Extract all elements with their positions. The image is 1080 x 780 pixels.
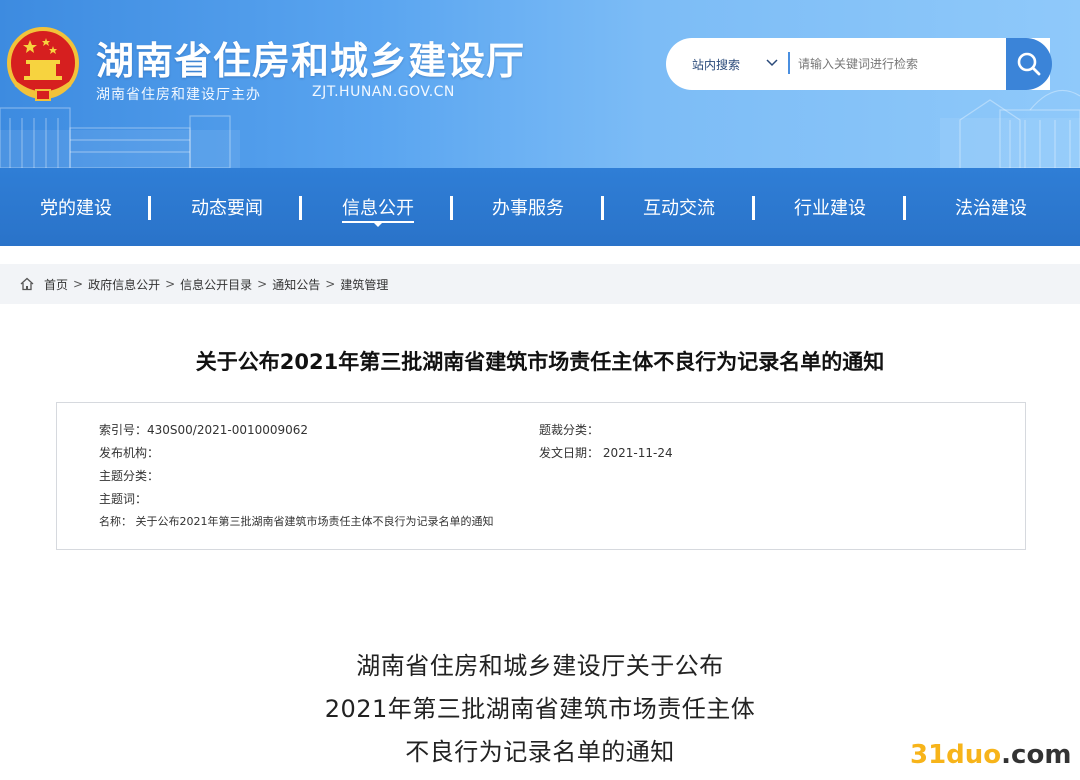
nav-divider: [148, 196, 151, 220]
nav-item-industry[interactable]: 行业建设: [774, 168, 886, 246]
meta-index-label: 索引号：: [99, 423, 148, 437]
nav-divider: [299, 196, 302, 220]
home-icon[interactable]: [20, 277, 34, 291]
meta-genre-label: 题裁分类：: [539, 423, 600, 437]
breadcrumb-separator: >: [325, 277, 336, 291]
meta-date-label: 发文日期：: [539, 446, 600, 460]
breadcrumb-separator: >: [73, 277, 84, 291]
watermark-suffix: .com: [1001, 740, 1072, 770]
search-input[interactable]: [798, 48, 1002, 80]
nav-divider: [601, 196, 604, 220]
search-scope-select[interactable]: 站内搜索: [666, 38, 784, 90]
nav-divider: [752, 196, 755, 220]
nav-item-info-disclosure[interactable]: 信息公开: [322, 168, 434, 246]
chevron-down-icon: [766, 59, 778, 67]
search-icon: [1017, 52, 1041, 76]
meta-name-label: 名称：: [99, 515, 132, 528]
breadcrumb-item-notices[interactable]: 通知公告: [272, 276, 320, 293]
meta-keywords: 主题词：: [99, 490, 147, 507]
meta-date-value: 2021-11-24: [602, 446, 673, 460]
meta-publisher: 发布机构：: [99, 444, 159, 461]
meta-topic-label: 主题分类：: [99, 469, 160, 483]
meta-index-value: 430S00/2021-0010009062: [147, 423, 309, 437]
site-title: 湖南省住房和城乡建设厅: [96, 39, 526, 83]
nav-item-news[interactable]: 动态要闻: [171, 168, 283, 246]
meta-name: 名称： 关于公布2021年第三批湖南省建筑市场责任主体不良行为记录名单的通知: [99, 513, 494, 529]
national-emblem-icon: [7, 27, 79, 101]
nav-active-caret: [374, 223, 382, 227]
watermark-logo: 31duo.com: [910, 740, 1071, 770]
nav-divider: [903, 196, 906, 220]
document-heading-line-2: 2021年第三批湖南省建筑市场责任主体: [324, 695, 756, 723]
breadcrumb-item-construction[interactable]: 建筑管理: [340, 276, 388, 293]
site-organizer: 湖南省住房和建设厅主办: [96, 87, 261, 103]
breadcrumb-separator: >: [165, 277, 176, 291]
nav-divider: [450, 196, 453, 220]
meta-publisher-label: 发布机构：: [99, 446, 160, 460]
search-divider: [788, 52, 790, 74]
nav-item-party-building[interactable]: 党的建设: [20, 168, 132, 246]
breadcrumb-item-info-catalog[interactable]: 信息公开目录: [180, 276, 252, 293]
site-domain: ZJT.HUNAN.GOV.CN: [312, 84, 455, 100]
document-heading-line-1: 湖南省住房和城乡建设厅关于公布: [356, 652, 724, 680]
nav-item-services[interactable]: 办事服务: [472, 168, 584, 246]
watermark-text: 31duo: [910, 740, 1002, 770]
meta-name-value: 关于公布2021年第三批湖南省建筑市场责任主体不良行为记录名单的通知: [135, 515, 494, 528]
meta-index: 索引号：430S00/2021-0010009062: [99, 421, 308, 438]
article-meta-box: 索引号：430S00/2021-0010009062 题裁分类： 发布机构： 发…: [56, 402, 1026, 550]
breadcrumb-item-gov-info[interactable]: 政府信息公开: [88, 276, 160, 293]
breadcrumb-separator: >: [257, 277, 268, 291]
meta-genre: 题裁分类：: [539, 421, 599, 438]
search-bar: 站内搜索: [666, 38, 1050, 90]
meta-keywords-label: 主题词：: [99, 492, 148, 506]
meta-date: 发文日期： 2021-11-24: [539, 444, 673, 461]
nav-item-rule-of-law[interactable]: 法治建设: [935, 168, 1047, 246]
search-scope-label: 站内搜索: [692, 57, 741, 72]
nav-item-interaction[interactable]: 互动交流: [623, 168, 735, 246]
breadcrumb-item-home[interactable]: 首页: [44, 276, 68, 293]
meta-topic: 主题分类：: [99, 467, 159, 484]
article-title: 关于公布2021年第三批湖南省建筑市场责任主体不良行为记录名单的通知: [195, 350, 885, 374]
breadcrumb: 首页 > 政府信息公开 > 信息公开目录 > 通知公告 > 建筑管理: [0, 264, 1080, 304]
